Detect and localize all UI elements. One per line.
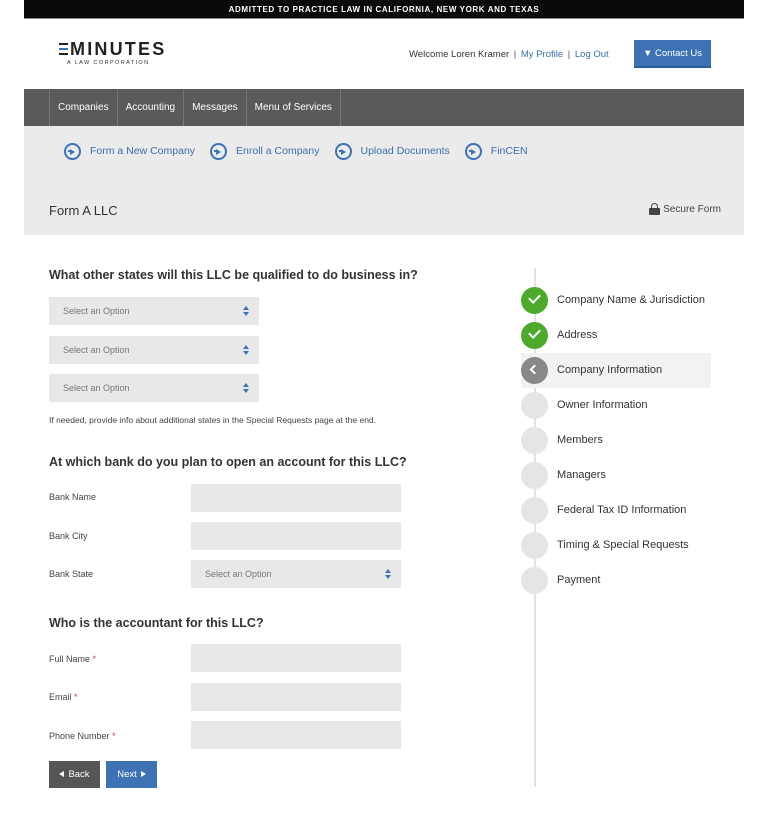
form-header: Form A LLC Secure Form — [24, 176, 744, 235]
phone-input[interactable] — [191, 721, 401, 749]
separator: | — [567, 49, 571, 60]
page: ADMITTED TO PRACTICE LAW IN CALIFORNIA, … — [24, 0, 744, 816]
my-profile-link[interactable]: My Profile — [521, 49, 563, 60]
bank-city-input[interactable] — [191, 522, 401, 550]
nav-item-messages[interactable]: Messages — [184, 89, 247, 126]
states-note: If needed, provide info about additional… — [49, 415, 377, 425]
step-status-current — [521, 357, 548, 384]
step-status-pending — [521, 427, 548, 454]
bank-state-select[interactable]: Select an Option — [191, 560, 401, 588]
step-payment[interactable]: Payment — [521, 563, 711, 598]
separator: | — [513, 49, 517, 60]
bank-name-label: Bank Name — [49, 492, 97, 502]
step-status-done — [521, 322, 548, 349]
bank-question: At which bank do you plan to open an acc… — [49, 455, 407, 469]
required-mark: * — [92, 654, 97, 664]
logo-word: MINUTES — [70, 39, 167, 59]
email-label: Email * — [49, 692, 78, 702]
step-status-pending — [521, 462, 548, 489]
upload-documents-link[interactable]: Upload Documents — [334, 142, 450, 160]
arrow-circle-icon — [64, 142, 81, 160]
required-mark: * — [74, 692, 78, 702]
accountant-question: Who is the accountant for this LLC? — [49, 616, 264, 630]
fincen-link[interactable]: FinCEN — [464, 142, 528, 160]
top-banner: ADMITTED TO PRACTICE LAW IN CALIFORNIA, … — [24, 0, 744, 19]
logo-e-icon — [59, 42, 69, 56]
select-arrows-icon — [243, 306, 250, 317]
check-icon — [528, 326, 541, 339]
step-owner-information[interactable]: Owner Information — [521, 388, 711, 423]
enroll-company-link[interactable]: Enroll a Company — [210, 142, 320, 160]
logo[interactable]: MINUTES A LAW CORPORATION — [59, 40, 189, 70]
page-title: Form A LLC — [49, 203, 118, 218]
logo-subtitle: A LAW CORPORATION — [67, 60, 150, 66]
arrow-circle-icon — [464, 142, 482, 160]
contact-us-button[interactable]: ▼ Contact Us — [634, 40, 711, 68]
step-federal-tax-id[interactable]: Federal Tax ID Information — [521, 493, 711, 528]
secure-form-badge: Secure Form — [649, 203, 721, 215]
user-links: Welcome Loren Kramer | My Profile | Log … — [409, 49, 609, 60]
step-members[interactable]: Members — [521, 423, 711, 458]
select-arrows-icon — [385, 569, 392, 580]
nav-item-menu-of-services[interactable]: Menu of Services — [247, 89, 341, 126]
phone-label: Phone Number * — [49, 731, 116, 741]
required-mark: * — [112, 731, 116, 741]
progress-steps: Company Name & Jurisdiction Address Comp… — [521, 268, 711, 788]
welcome-text: Welcome Loren Kramer — [409, 49, 510, 60]
log-out-link[interactable]: Log Out — [575, 49, 609, 60]
bank-city-label: Bank City — [49, 531, 88, 541]
lock-icon — [649, 203, 661, 215]
next-button[interactable]: Next — [106, 761, 157, 788]
step-timing-special-requests[interactable]: Timing & Special Requests — [521, 528, 711, 563]
bank-state-label: Bank State — [49, 569, 94, 579]
main-nav: Companies Accounting Messages Menu of Se… — [24, 89, 744, 126]
nav-item-companies[interactable]: Companies — [50, 89, 118, 126]
step-company-information[interactable]: Company Information — [521, 353, 711, 388]
full-name-input[interactable] — [191, 644, 401, 672]
states-question: What other states will this LLC be quali… — [49, 268, 418, 282]
triangle-left-icon — [59, 771, 65, 777]
step-status-pending — [521, 392, 548, 419]
step-company-name-jurisdiction[interactable]: Company Name & Jurisdiction — [521, 283, 711, 318]
state-select-1[interactable]: Select an Option — [49, 297, 259, 325]
form-new-company-link[interactable]: Form a New Company — [64, 142, 195, 160]
nav-item-accounting[interactable]: Accounting — [118, 89, 185, 126]
email-input[interactable] — [191, 683, 401, 711]
select-arrows-icon — [243, 345, 250, 356]
back-button[interactable]: Back — [49, 761, 100, 788]
arrow-circle-icon — [334, 142, 352, 160]
select-arrows-icon — [243, 383, 250, 394]
step-address[interactable]: Address — [521, 318, 711, 353]
arrow-circle-icon — [210, 142, 228, 160]
step-status-pending — [521, 532, 548, 559]
bank-name-input[interactable] — [191, 484, 401, 512]
step-status-pending — [521, 497, 548, 524]
step-managers[interactable]: Managers — [521, 458, 711, 493]
chevron-left-icon — [529, 364, 540, 375]
step-status-done — [521, 287, 548, 314]
sub-nav: Form a New Company Enroll a Company Uplo… — [24, 126, 744, 176]
triangle-right-icon — [140, 771, 146, 777]
step-status-pending — [521, 567, 548, 594]
state-select-3[interactable]: Select an Option — [49, 374, 259, 402]
check-icon — [528, 291, 541, 304]
state-select-2[interactable]: Select an Option — [49, 336, 259, 364]
full-name-label: Full Name * — [49, 654, 97, 664]
header: MINUTES A LAW CORPORATION Welcome Loren … — [24, 20, 744, 89]
